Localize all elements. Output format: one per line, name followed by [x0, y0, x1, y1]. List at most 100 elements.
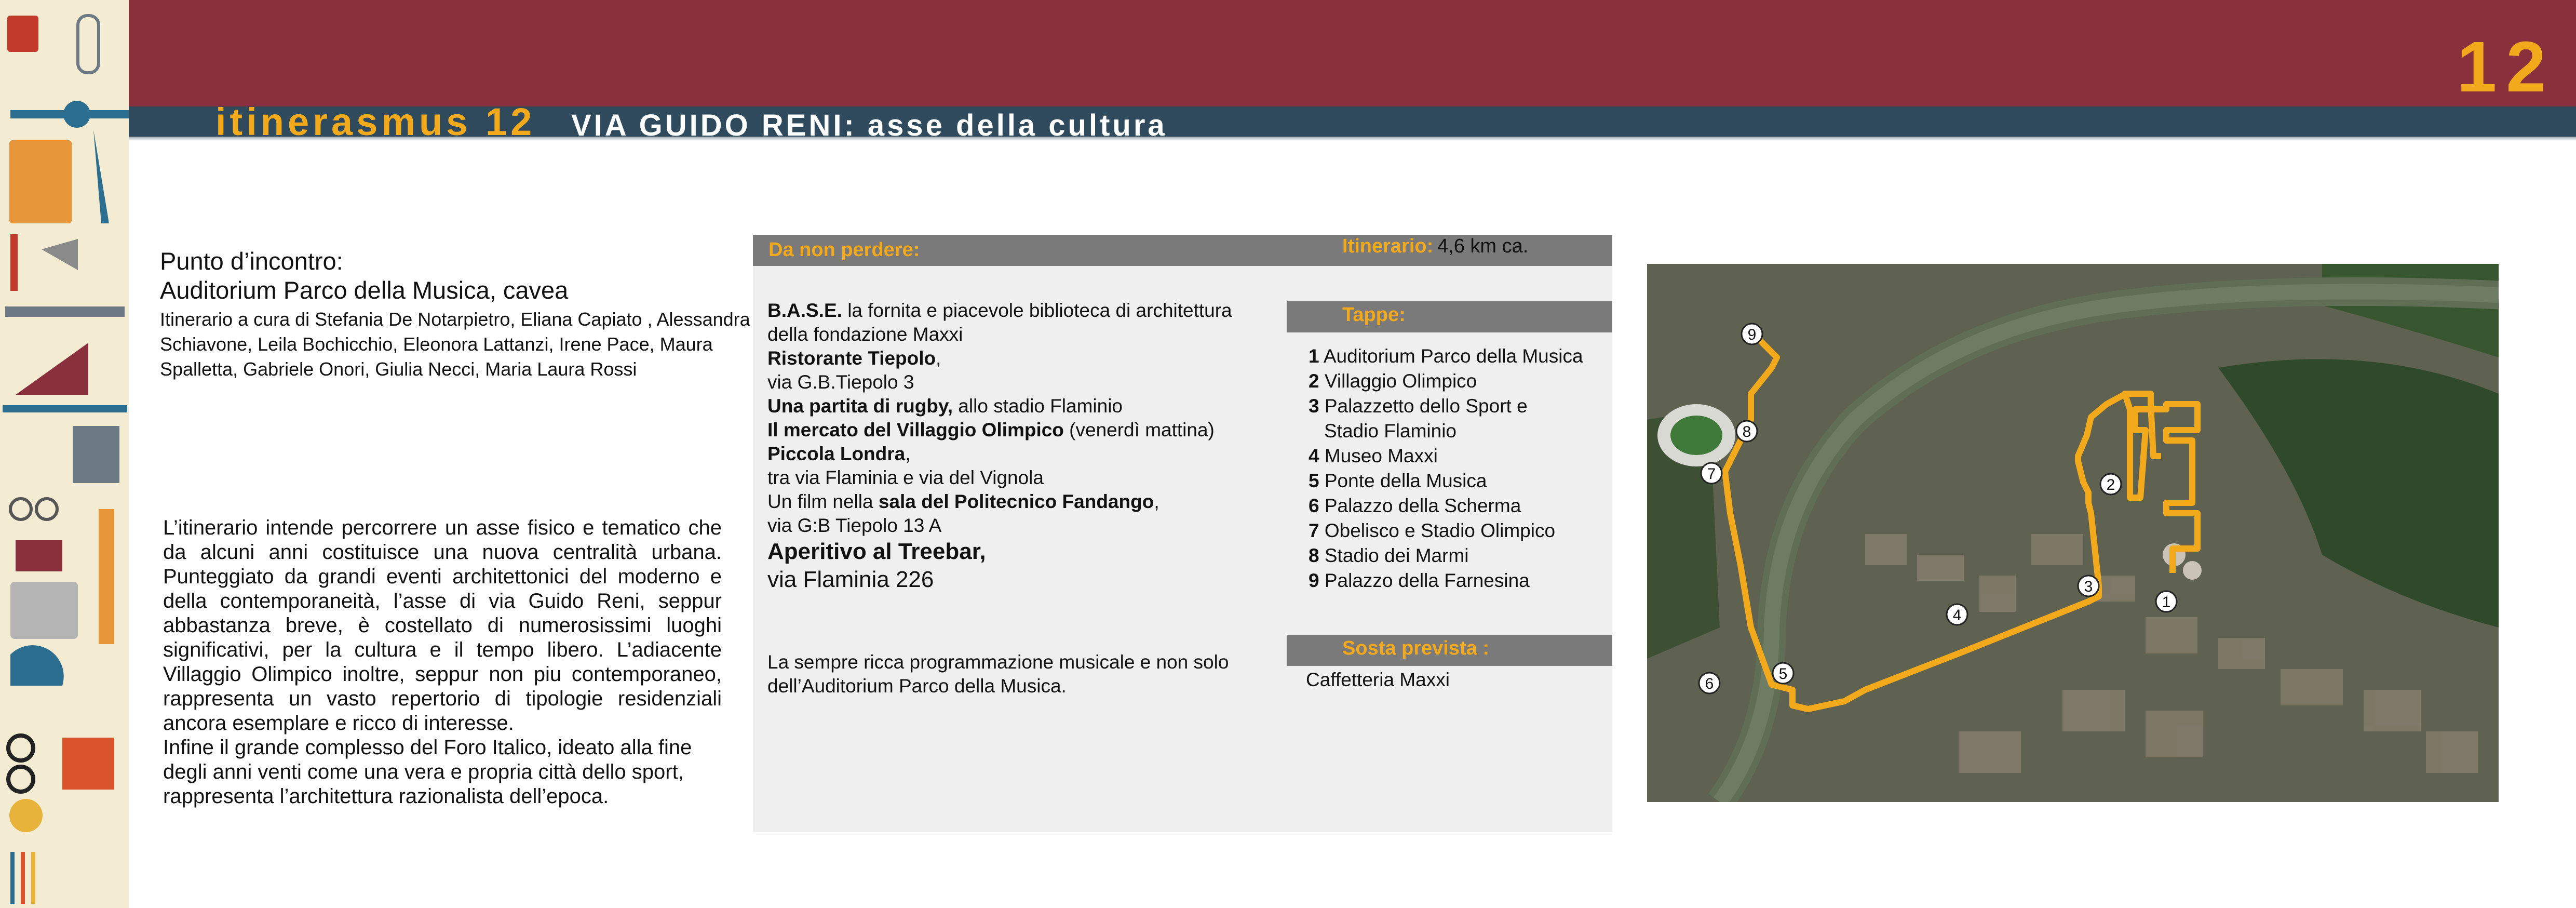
- meeting-point-place: Auditorium Parco della Musica, cavea: [160, 276, 569, 304]
- stop-name: Palazzetto dello Sport e: [1324, 395, 1528, 417]
- place-address: via Flaminia 226: [767, 567, 934, 592]
- binder-icon: [10, 582, 78, 639]
- break-heading: Sosta prevista :: [1342, 637, 1489, 659]
- place-name: Ristorante Tiepolo: [767, 348, 936, 369]
- stop-item: 1 Auditorium Parco della Musica: [1309, 344, 1610, 369]
- map-marker-9: 9: [1741, 323, 1763, 345]
- page-title: VIA GUIDO RENI: asse della cultura: [571, 109, 1167, 142]
- stop-name: Palazzo della Farnesina: [1324, 570, 1530, 591]
- stop-name: Obelisco e Stadio Olimpico: [1324, 520, 1556, 541]
- pen-icon: [3, 405, 127, 412]
- place-name: sala del Politecnico Fandango: [878, 491, 1154, 512]
- stop-number: 9: [1309, 570, 1319, 591]
- stop-item: 9 Palazzo della Farnesina: [1309, 568, 1610, 593]
- place-description: Un film nella: [767, 491, 879, 512]
- do-not-miss-list: B.A.S.E. la fornita e piacevole bibliote…: [767, 299, 1266, 594]
- stop-number: 7: [1309, 520, 1319, 541]
- marker-label: 8: [1743, 423, 1751, 440]
- punctuation: ,: [905, 443, 911, 464]
- description-paragraph-2: Infine il grande complesso del Foro Ital…: [163, 736, 692, 808]
- stop-name: Villaggio Olimpico: [1324, 370, 1477, 392]
- marker-label: 7: [1707, 465, 1716, 483]
- stop-item: 5 Ponte della Musica: [1309, 469, 1610, 493]
- map-marker-4: 4: [1946, 603, 1968, 626]
- list-item: Ristorante Tiepolo,: [767, 346, 1266, 370]
- marker-label: 5: [1779, 665, 1788, 683]
- marker-label: 6: [1705, 675, 1714, 692]
- do-not-miss-heading: Da non perdere:: [768, 239, 920, 261]
- ruler-vertical-icon: [99, 509, 114, 644]
- list-item: B.A.S.E. la fornita e piacevole bibliote…: [767, 299, 1266, 346]
- place-name: Il mercato del Villaggio Olimpico: [767, 419, 1064, 440]
- decorative-stationery-strip: [0, 0, 129, 908]
- stop-number: 2: [1309, 370, 1319, 392]
- itinerary-length-label: Itinerario:: [1342, 235, 1434, 257]
- stop-number: 3: [1309, 395, 1319, 417]
- stationery-illustration: [0, 0, 129, 908]
- list-item: Il mercato del Villaggio Olimpico (vener…: [767, 418, 1266, 442]
- stop-name: Auditorium Parco della Musica: [1323, 345, 1583, 367]
- place-description: (venerdì mattina): [1063, 419, 1215, 440]
- map-marker-7: 7: [1700, 462, 1723, 485]
- meeting-point-label: Punto d’incontro:: [160, 247, 343, 275]
- punctuation: ,: [936, 348, 941, 369]
- ruler-icon: [5, 306, 125, 317]
- stops-list: 1 Auditorium Parco della Musica 2 Villagg…: [1309, 344, 1610, 593]
- place-address: via G.B.Tiepolo 3: [767, 371, 914, 393]
- itinerary-description: L’itinerario intende percorrere un asse …: [163, 516, 722, 809]
- map-marker-1: 1: [2155, 590, 2178, 613]
- curators-text: Itinerario a cura di Stefania De Notarpi…: [160, 309, 750, 380]
- place-name: B.A.S.E.: [767, 300, 842, 321]
- magnifier-icon: [9, 799, 43, 832]
- stop-name-continued: Stadio Flaminio: [1324, 420, 1457, 442]
- itinerary-brand: itinerasmus 12: [215, 100, 536, 143]
- satellite-map-image: 1 2 3 4 5 6 7 8 9: [1647, 264, 2499, 802]
- stops-heading: Tappe:: [1342, 304, 1406, 326]
- stop-item: 4 Museo Maxxi: [1309, 444, 1610, 469]
- map-marker-5: 5: [1772, 662, 1795, 685]
- stop-number: 8: [1309, 545, 1319, 566]
- marker-label: 9: [1748, 326, 1757, 343]
- notepad-icon: [62, 738, 114, 790]
- list-item: Piccola Londra,: [767, 442, 1266, 466]
- stop-item: 7 Obelisco e Stadio Olimpico: [1309, 518, 1610, 543]
- stop-number: 5: [1309, 470, 1319, 491]
- map-marker-6: 6: [1698, 672, 1721, 695]
- route-map: 1 2 3 4 5 6 7 8 9: [1647, 264, 2499, 802]
- stop-name: Stadio dei Marmi: [1324, 545, 1469, 566]
- page-number: 12: [2457, 27, 2555, 107]
- list-item: Aperitivo al Treebar,: [767, 538, 1266, 566]
- header-band: [129, 0, 2576, 106]
- itinerary-length-value: 4,6 km ca.: [1437, 235, 1529, 257]
- place-description: allo stadio Flaminio: [953, 395, 1123, 417]
- list-item: Un film nella sala del Politecnico Fanda…: [767, 490, 1266, 514]
- music-note: La sempre ricca programmazione musicale …: [767, 651, 1229, 697]
- stop-item: 2 Villaggio Olimpico: [1309, 369, 1610, 394]
- description-paragraph-1: L’itinerario intende percorrere un asse …: [163, 516, 722, 735]
- stop-item: 3 Palazzetto dello Sport e: [1309, 394, 1610, 419]
- map-marker-3: 3: [2077, 575, 2100, 597]
- pencils-icon: [10, 852, 35, 904]
- stop-name: Ponte della Musica: [1324, 470, 1487, 491]
- stop-name: Palazzo della Scherma: [1324, 495, 1521, 516]
- stop-number: 4: [1309, 445, 1319, 466]
- stop-number: 6: [1309, 495, 1319, 516]
- punctuation: ,: [1154, 491, 1159, 512]
- map-marker-2: 2: [2099, 473, 2122, 496]
- map-marker-8: 8: [1735, 420, 1758, 443]
- stop-item: 6 Palazzo della Scherma: [1309, 493, 1610, 518]
- notebook-icon: [7, 16, 38, 52]
- stop-item: 8 Stadio dei Marmi: [1309, 543, 1610, 568]
- calendar-icon: [73, 426, 119, 483]
- list-item: Una partita di rugby, allo stadio Flamin…: [767, 394, 1266, 418]
- place-name: Aperitivo al Treebar,: [767, 539, 986, 564]
- break-location: Caffetteria Maxxi: [1306, 669, 1450, 690]
- marker-label: 4: [1953, 607, 1962, 624]
- marker-label: 1: [2162, 594, 2171, 611]
- place-name: Piccola Londra: [767, 443, 906, 464]
- folder-icon: [9, 140, 72, 223]
- book-icon: [16, 540, 62, 571]
- stops-header-bar: [1287, 301, 1612, 332]
- marker-label: 3: [2084, 578, 2093, 595]
- place-address: tra via Flaminia e via del Vignola: [767, 467, 1044, 488]
